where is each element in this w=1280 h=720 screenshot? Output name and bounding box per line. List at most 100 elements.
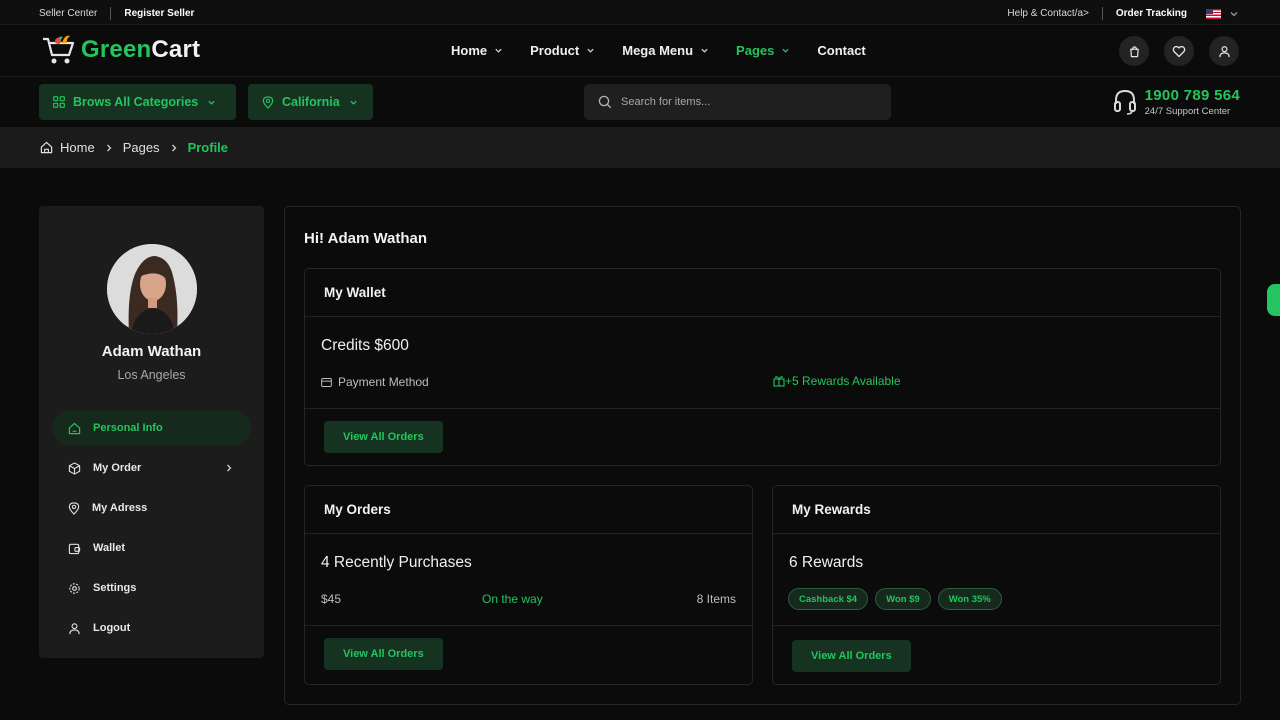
location-selector[interactable]: California xyxy=(248,84,373,120)
nav-contact[interactable]: Contact xyxy=(817,43,865,58)
nav-pages[interactable]: Pages xyxy=(736,43,790,58)
nav-mega-menu[interactable]: Mega Menu xyxy=(622,43,709,58)
card-divider xyxy=(305,625,752,626)
orders-card: My Orders 4 Recently Purchases $45 On th… xyxy=(304,485,753,685)
view-all-orders-button[interactable]: View All Orders xyxy=(792,640,911,672)
rewards-title: My Rewards xyxy=(773,486,1220,534)
headset-icon xyxy=(1113,89,1136,115)
support-phone[interactable]: 1900 789 564 xyxy=(1145,87,1240,104)
us-flag-icon[interactable] xyxy=(1206,8,1221,19)
browse-categories-label: Brows All Categories xyxy=(73,95,199,109)
nav-home-label: Home xyxy=(451,43,488,58)
menu-wallet[interactable]: Wallet xyxy=(52,530,251,566)
breadcrumb-pages[interactable]: Pages xyxy=(123,140,160,155)
nav-pages-label: Pages xyxy=(736,43,775,58)
wallet-credits: Credits $600 xyxy=(321,337,409,354)
menu-logout-label: Logout xyxy=(93,622,131,634)
chevron-right-icon xyxy=(171,144,176,151)
reward-tag[interactable]: Won $9 xyxy=(875,588,931,610)
top-bar: Seller Center Register Seller Help & Con… xyxy=(0,0,1280,25)
reward-tag[interactable]: Cashback $4 xyxy=(788,588,869,610)
chevron-right-icon xyxy=(106,144,112,151)
logo[interactable]: GreenCart xyxy=(41,33,200,67)
profile-name: Adam Wathan xyxy=(101,343,202,360)
order-tracking-link[interactable]: Order Tracking xyxy=(1116,8,1187,19)
cart-logo-icon xyxy=(41,33,77,67)
card-divider xyxy=(773,625,1220,626)
divider xyxy=(110,7,112,20)
main-header: GreenCart Home Product Mega Menu Pages C… xyxy=(0,25,1280,77)
divider xyxy=(1101,7,1103,20)
account-button[interactable] xyxy=(1209,36,1239,66)
seller-center-link[interactable]: Seller Center xyxy=(39,8,97,19)
home-icon xyxy=(68,422,81,434)
chevron-down-icon xyxy=(701,48,708,53)
payment-method[interactable]: Payment Method xyxy=(321,375,429,389)
support-label: 24/7 Support Center xyxy=(1144,106,1231,117)
rewards-summary: 6 Rewards xyxy=(789,554,864,571)
menu-my-address-label: My Adress xyxy=(92,502,148,514)
menu-personal-info[interactable]: Personal Info xyxy=(52,410,251,446)
gift-icon xyxy=(773,376,785,387)
chevron-down-icon xyxy=(350,100,357,105)
heart-icon xyxy=(1172,45,1186,57)
order-items: 8 Items xyxy=(696,592,736,606)
category-bar: Brows All Categories California 1900 789… xyxy=(0,77,1280,127)
reward-tag[interactable]: Won 35% xyxy=(937,588,1002,610)
location-pin-icon xyxy=(68,501,80,515)
register-seller-link[interactable]: Register Seller xyxy=(124,8,194,19)
wishlist-button[interactable] xyxy=(1164,36,1194,66)
nav-product[interactable]: Product xyxy=(530,43,595,58)
box-icon xyxy=(68,461,81,475)
profile-location: Los Angeles xyxy=(117,368,186,382)
search-icon xyxy=(598,95,612,109)
rewards-card: My Rewards 6 Rewards Cashback $4 Won $9 … xyxy=(772,485,1221,685)
chevron-down-icon xyxy=(208,100,215,105)
greeting: Hi! Adam Wathan xyxy=(304,230,428,247)
chevron-down-icon xyxy=(782,48,790,53)
card-divider xyxy=(305,408,1220,409)
cart-button[interactable] xyxy=(1119,36,1149,66)
chevron-down-icon[interactable] xyxy=(1229,9,1239,19)
nav-contact-label: Contact xyxy=(817,43,866,58)
wallet-icon xyxy=(68,543,81,554)
floating-side-button[interactable] xyxy=(1267,284,1280,316)
orders-summary: 4 Recently Purchases xyxy=(321,554,472,571)
menu-logout[interactable]: Logout xyxy=(52,610,251,646)
user-icon xyxy=(1218,45,1230,57)
view-all-orders-button[interactable]: View All Orders xyxy=(324,638,443,670)
nav-home[interactable]: Home xyxy=(451,43,503,58)
search-box xyxy=(584,84,891,120)
payment-method-label: Payment Method xyxy=(338,375,429,389)
menu-settings-label: Settings xyxy=(93,582,137,594)
browse-categories-button[interactable]: Brows All Categories xyxy=(39,84,236,120)
rewards-available-label: +5 Rewards Available xyxy=(785,374,901,388)
rewards-available[interactable]: +5 Rewards Available xyxy=(773,374,901,388)
breadcrumb-home[interactable]: Home xyxy=(60,140,95,155)
menu-wallet-label: Wallet xyxy=(93,542,125,554)
help-contact-link[interactable]: Help & Contact/a> xyxy=(1007,8,1088,19)
profile-sidebar: Adam Wathan Los Angeles Personal Info My… xyxy=(39,206,264,658)
search-input[interactable] xyxy=(621,96,861,108)
location-label: California xyxy=(282,95,340,109)
reward-tags: Cashback $4 Won $9 Won 35% xyxy=(788,588,1009,610)
order-status: On the way xyxy=(482,592,543,606)
orders-title: My Orders xyxy=(305,486,752,534)
support-info: 1900 789 564 24/7 Support Center xyxy=(1113,87,1240,117)
user-icon xyxy=(69,622,80,634)
wallet-card: My Wallet Credits $600 Payment Method +5… xyxy=(304,268,1221,466)
profile-main: Hi! Adam Wathan My Wallet Credits $600 P… xyxy=(284,206,1241,705)
profile-menu: Personal Info My Order My Adress Wallet … xyxy=(52,410,251,650)
view-all-orders-button[interactable]: View All Orders xyxy=(324,421,443,453)
menu-my-order[interactable]: My Order xyxy=(52,450,251,486)
order-price: $45 xyxy=(321,592,342,606)
menu-settings[interactable]: Settings xyxy=(52,570,251,606)
avatar xyxy=(107,244,197,334)
logo-text: GreenCart xyxy=(81,36,201,63)
home-icon xyxy=(40,141,53,154)
nav-mega-menu-label: Mega Menu xyxy=(622,43,694,58)
gear-icon xyxy=(69,582,80,594)
menu-my-address[interactable]: My Adress xyxy=(52,490,251,526)
chevron-down-icon xyxy=(587,48,594,53)
grid-icon xyxy=(53,96,65,108)
